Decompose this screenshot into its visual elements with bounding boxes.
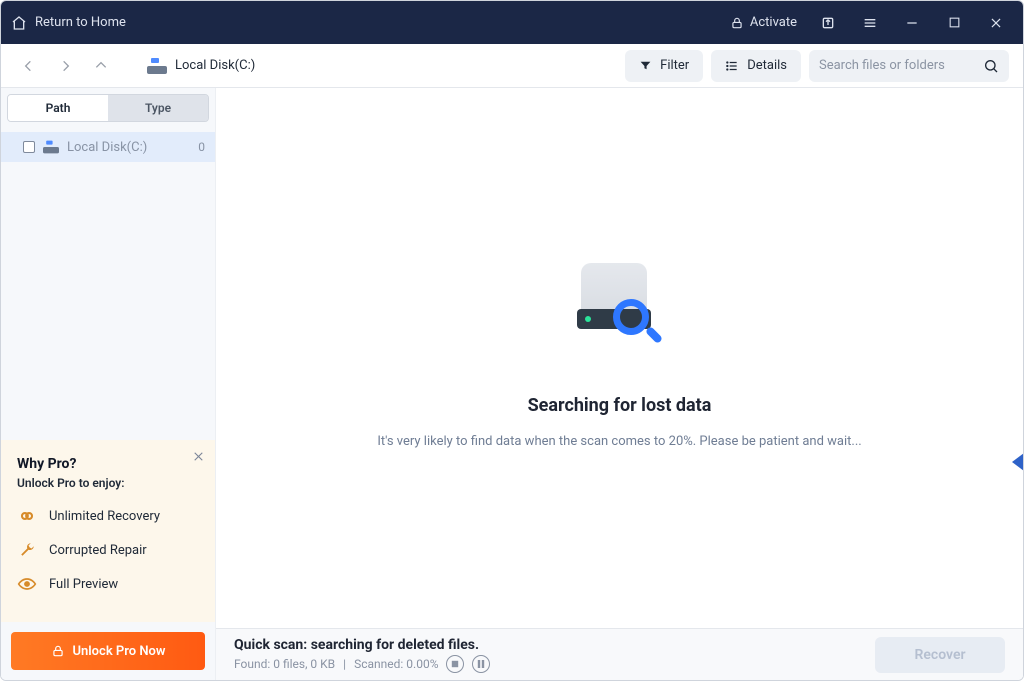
search-input[interactable] bbox=[819, 58, 975, 73]
feature-label: Unlimited Recovery bbox=[49, 509, 160, 524]
search-icon bbox=[983, 58, 999, 74]
close-button[interactable] bbox=[979, 7, 1013, 39]
maximize-icon bbox=[948, 16, 961, 29]
minimize-button[interactable] bbox=[895, 7, 929, 39]
main-pane: Searching for lost data It's very likely… bbox=[216, 88, 1023, 680]
filter-button[interactable]: Filter bbox=[625, 50, 703, 82]
share-button[interactable] bbox=[811, 7, 845, 39]
return-home-label: Return to Home bbox=[35, 15, 126, 30]
funnel-icon bbox=[639, 59, 652, 72]
recover-button[interactable]: Recover bbox=[875, 637, 1005, 673]
tab-type[interactable]: Type bbox=[108, 95, 208, 121]
arrow-up-icon bbox=[93, 58, 109, 74]
feature-label: Full Preview bbox=[49, 577, 118, 592]
status-found: Found: 0 files, 0 KB bbox=[234, 657, 335, 671]
status-scanned: Scanned: 0.00% bbox=[354, 657, 438, 671]
filter-label: Filter bbox=[660, 58, 689, 73]
arrow-left-icon bbox=[21, 58, 37, 74]
home-icon bbox=[11, 15, 27, 31]
eye-icon bbox=[17, 574, 37, 594]
close-icon bbox=[989, 16, 1003, 30]
feature-preview: Full Preview bbox=[17, 574, 199, 594]
pro-subtitle: Unlock Pro to enjoy: bbox=[17, 476, 199, 490]
pro-panel: Why Pro? Unlock Pro to enjoy: Unlimited … bbox=[1, 440, 215, 622]
stop-button[interactable] bbox=[446, 655, 464, 673]
checkbox[interactable] bbox=[23, 141, 35, 153]
feature-label: Corrupted Repair bbox=[49, 543, 147, 558]
details-button[interactable]: Details bbox=[711, 50, 801, 82]
scan-subtext: It's very likely to find data when the s… bbox=[377, 434, 861, 449]
tree-row-count: 0 bbox=[198, 140, 205, 154]
scan-status-panel: Searching for lost data It's very likely… bbox=[216, 88, 1023, 628]
unlock-pro-button[interactable]: Unlock Pro Now bbox=[11, 632, 205, 670]
toolbar: Local Disk(C:) Filter Details bbox=[1, 44, 1023, 88]
maximize-button[interactable] bbox=[937, 7, 971, 39]
status-sep: | bbox=[343, 657, 346, 671]
pause-button[interactable] bbox=[472, 655, 490, 673]
list-icon bbox=[725, 59, 739, 73]
feature-recovery: Unlimited Recovery bbox=[17, 506, 199, 526]
hamburger-icon bbox=[862, 15, 878, 31]
app-window: Return to Home Activate bbox=[0, 0, 1024, 681]
tree-row-root[interactable]: Local Disk(C:) 0 bbox=[1, 132, 215, 162]
sidebar-tree: Local Disk(C:) 0 bbox=[1, 128, 215, 166]
wrench-icon bbox=[17, 540, 37, 560]
return-home-button[interactable]: Return to Home bbox=[11, 15, 126, 31]
sidebar-tabs: Path Type bbox=[7, 94, 209, 122]
expand-right-panel-handle[interactable] bbox=[1012, 453, 1024, 471]
nav-back-button[interactable] bbox=[15, 52, 43, 80]
arrow-right-icon bbox=[57, 58, 73, 74]
share-icon bbox=[820, 15, 836, 31]
tree-row-label: Local Disk(C:) bbox=[67, 140, 147, 155]
tab-path[interactable]: Path bbox=[8, 95, 108, 121]
titlebar: Return to Home Activate bbox=[1, 1, 1023, 44]
body: Path Type Local Disk(C:) 0 Why Pro? Unlo… bbox=[1, 88, 1023, 680]
sidebar: Path Type Local Disk(C:) 0 Why Pro? Unlo… bbox=[1, 88, 216, 680]
activate-button[interactable]: Activate bbox=[730, 15, 797, 30]
drive-icon bbox=[147, 58, 167, 74]
nav-up-button[interactable] bbox=[87, 52, 115, 80]
location-label: Local Disk(C:) bbox=[175, 58, 255, 73]
location-breadcrumb[interactable]: Local Disk(C:) bbox=[147, 58, 255, 74]
minimize-icon bbox=[905, 16, 919, 30]
disk-search-illustration bbox=[575, 257, 665, 347]
search-box[interactable] bbox=[809, 50, 1009, 82]
pro-title: Why Pro? bbox=[17, 456, 199, 472]
nav-forward-button[interactable] bbox=[51, 52, 79, 80]
details-label: Details bbox=[747, 58, 787, 73]
lock-icon bbox=[51, 644, 65, 658]
status-title: Quick scan: searching for deleted files. bbox=[234, 637, 490, 653]
activate-label: Activate bbox=[750, 15, 797, 30]
menu-button[interactable] bbox=[853, 7, 887, 39]
scan-heading: Searching for lost data bbox=[528, 395, 712, 416]
infinity-icon bbox=[17, 506, 37, 526]
pro-panel-close[interactable] bbox=[192, 450, 205, 463]
cta-label: Unlock Pro Now bbox=[73, 644, 166, 659]
feature-repair: Corrupted Repair bbox=[17, 540, 199, 560]
lock-icon bbox=[730, 16, 744, 30]
status-bar: Quick scan: searching for deleted files.… bbox=[216, 628, 1023, 680]
drive-icon bbox=[43, 141, 59, 154]
